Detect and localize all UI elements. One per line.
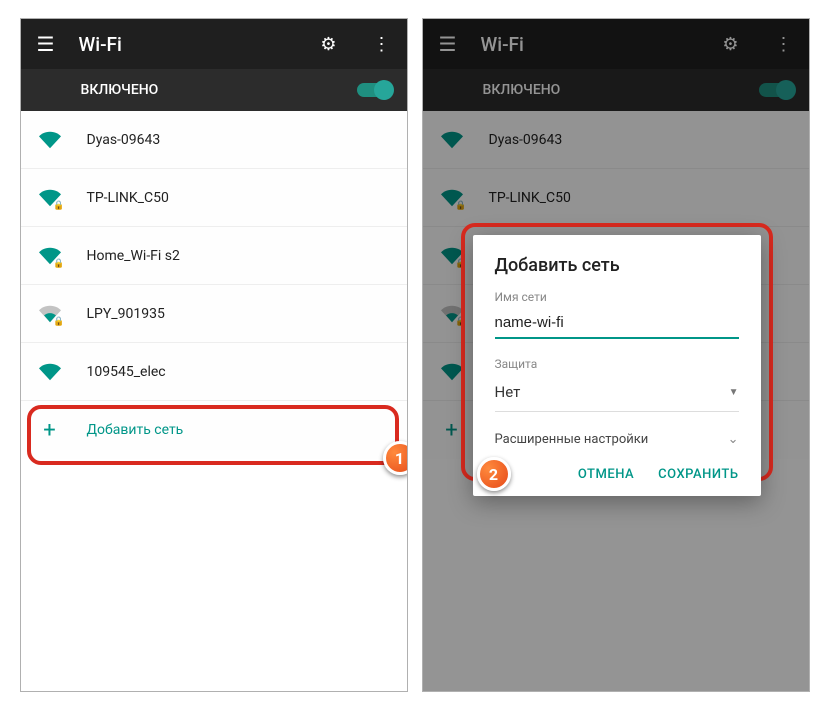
network-item[interactable]: 🔒 TP-LINK_C50: [21, 169, 407, 227]
dialog-actions: ОТМЕНА СОХРАНИТЬ: [495, 461, 739, 486]
network-ssid: LPY_901935: [87, 306, 165, 322]
screen-add-network-dialog: ☰ Wi-Fi ⚙ ⋮ ВКЛЮЧЕНО Dyas-09643 🔒 TP-LIN…: [422, 18, 810, 692]
wifi-toggle-row: ВКЛЮЧЕНО: [21, 69, 407, 111]
security-label: Защита: [495, 357, 739, 371]
advanced-label: Расширенные настройки: [495, 432, 649, 447]
more-icon[interactable]: ⋮: [373, 34, 391, 55]
lock-icon: 🔒: [53, 317, 64, 327]
network-ssid: TP-LINK_C50: [87, 190, 169, 206]
wifi-icon: [39, 129, 61, 151]
security-dropdown[interactable]: Нет ▼: [495, 377, 739, 412]
network-item[interactable]: Dyas-09643: [21, 111, 407, 169]
network-item[interactable]: 🔒 LPY_901935: [21, 285, 407, 343]
step-badge: 2: [477, 457, 511, 491]
add-network-label: Добавить сеть: [87, 422, 184, 438]
network-ssid: Dyas-09643: [87, 132, 161, 148]
advanced-settings-toggle[interactable]: Расширенные настройки ⌄: [495, 426, 739, 461]
add-network-row[interactable]: + Добавить сеть: [21, 401, 407, 459]
lock-icon: 🔒: [53, 259, 64, 269]
lock-icon: 🔒: [53, 201, 64, 211]
dropdown-icon: ▼: [729, 387, 739, 398]
wifi-icon: 🔒: [39, 303, 61, 325]
add-network-dialog: Добавить сеть Имя сети Защита Нет ▼ Расш…: [473, 235, 761, 496]
step-badge: 1: [383, 441, 408, 475]
screen-wifi-list: ☰ Wi-Fi ⚙ ⋮ ВКЛЮЧЕНО Dyas-09643 🔒 TP-LIN…: [20, 18, 408, 692]
settings-icon[interactable]: ⚙: [320, 34, 336, 55]
wifi-icon: 🔒: [39, 187, 61, 209]
security-value: Нет: [495, 383, 521, 401]
wifi-toggle-label: ВКЛЮЧЕНО: [81, 82, 159, 98]
chevron-down-icon: ⌄: [728, 432, 739, 447]
network-name-input[interactable]: [495, 310, 739, 339]
menu-icon[interactable]: ☰: [37, 32, 57, 56]
network-item[interactable]: 109545_elec: [21, 343, 407, 401]
wifi-icon: 🔒: [39, 245, 61, 267]
network-ssid: 109545_elec: [87, 364, 166, 380]
wifi-switch[interactable]: [357, 83, 391, 97]
appbar: ☰ Wi-Fi ⚙ ⋮: [21, 19, 407, 69]
dialog-title: Добавить сеть: [495, 255, 739, 276]
network-ssid: Home_Wi-Fi s2: [87, 248, 180, 264]
page-title: Wi-Fi: [79, 33, 299, 56]
network-name-label: Имя сети: [495, 290, 739, 304]
cancel-button[interactable]: ОТМЕНА: [578, 467, 634, 482]
network-item[interactable]: 🔒 Home_Wi-Fi s2: [21, 227, 407, 285]
save-button[interactable]: СОХРАНИТЬ: [658, 467, 738, 482]
network-list: Dyas-09643 🔒 TP-LINK_C50 🔒 Home_Wi-Fi s2: [21, 111, 407, 459]
plus-icon: +: [39, 418, 61, 443]
wifi-icon: [39, 361, 61, 383]
